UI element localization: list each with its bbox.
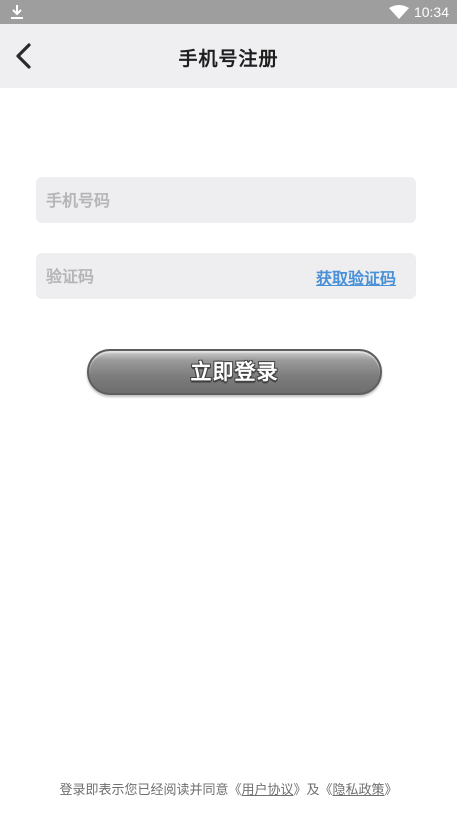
privacy-policy-link[interactable]: 隐私政策: [333, 783, 385, 798]
status-time: 10:34: [413, 4, 449, 20]
close-quote: 》: [293, 783, 307, 798]
header: 手机号注册: [0, 24, 457, 88]
agreement-text: 登录即表示您已经阅读并同意《用户协议》及《隐私政策》: [0, 779, 457, 798]
verification-code-input[interactable]: [46, 253, 286, 299]
page-title: 手机号注册: [178, 48, 279, 70]
get-code-link[interactable]: 获取验证码: [316, 265, 396, 289]
and-text: 及: [306, 783, 320, 798]
agreement-prefix: 登录即表示您已经阅读并同意: [59, 783, 229, 798]
close-quote: 》: [384, 783, 398, 798]
phone-field: [36, 177, 416, 223]
phone-input[interactable]: [46, 177, 286, 223]
user-agreement-link[interactable]: 用户协议: [241, 783, 293, 798]
status-bar: 10:34: [0, 0, 457, 24]
wifi-icon: [389, 5, 409, 19]
open-quote: 《: [228, 783, 242, 798]
code-field: 获取验证码: [36, 253, 416, 299]
login-button[interactable]: 立即登录: [87, 349, 382, 395]
open-quote: 《: [319, 783, 333, 798]
login-button-label: 立即登录: [190, 360, 279, 384]
download-icon: [11, 5, 23, 19]
